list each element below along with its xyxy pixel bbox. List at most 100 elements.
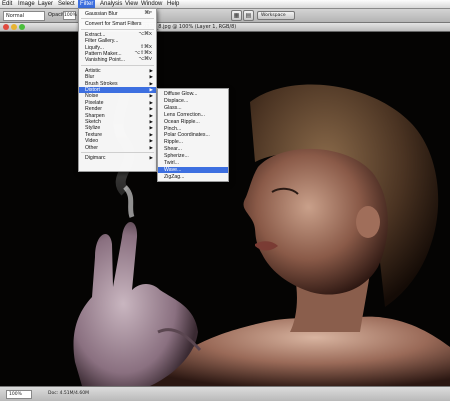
menu-item-gaussian-blur[interactable]: Gaussian Blur ⌘F [79, 11, 156, 17]
menu-item-artistic[interactable]: Artistic ▶ [79, 68, 156, 74]
menu-item-label: Twirl... [164, 160, 179, 166]
minimize-window-icon[interactable] [11, 24, 17, 30]
photo-image [0, 32, 450, 386]
brush-toggle-icon[interactable]: ▦ [231, 10, 242, 21]
menu-item-label: Render [85, 106, 103, 113]
menu-analysis[interactable]: Analysis [100, 0, 122, 8]
menu-item-label: Ripple... [164, 139, 184, 146]
menu-separator [81, 28, 154, 30]
submenu-arrow-icon: ▶ [149, 119, 153, 124]
menu-item-label: Filter Gallery... [85, 38, 119, 45]
options-bar: Normal Opacity: 100% ▦ ▤ Workspace [0, 9, 450, 23]
menu-item-pinch[interactable]: Pinch... [158, 126, 228, 132]
menu-edit[interactable]: Edit [2, 0, 12, 8]
menu-separator [81, 18, 154, 20]
menu-item-label: Noise [85, 93, 99, 100]
menu-item-label: Displace... [164, 97, 189, 104]
menu-item-glass[interactable]: Glass... [158, 105, 228, 111]
menu-item-convert-for-smart-filters[interactable]: Convert for Smart Filters [79, 21, 156, 27]
zoom-field[interactable]: 100% [6, 390, 32, 399]
menu-item-label: Other [85, 144, 98, 151]
menu-item-label: Pinch... [164, 125, 182, 132]
palette-toggle-icon[interactable]: ▤ [243, 10, 254, 21]
menu-item-shear[interactable]: Shear... [158, 146, 228, 152]
menu-item-digimarc[interactable]: Digimarc ▶ [79, 155, 156, 161]
document-titlebar: DSC_9377_8.jpg @ 100% (Layer 1, RGB/8) [0, 23, 450, 32]
menu-item-diffuse-glow[interactable]: Diffuse Glow... [158, 91, 228, 97]
submenu-arrow-icon: ▶ [149, 99, 153, 105]
distort-submenu: Diffuse Glow... Displace... Glass... Lens C… [157, 88, 229, 182]
menu-item-video[interactable]: Video ▶ [79, 138, 156, 144]
menu-item-noise[interactable]: Noise ▶ [79, 93, 156, 99]
menu-window[interactable]: Window [141, 0, 162, 8]
menu-item-liquify[interactable]: Liquify... ⇧⌘X [79, 45, 156, 51]
menu-item-filter-gallery[interactable]: Filter Gallery... [79, 38, 156, 44]
menu-help[interactable]: Help [167, 0, 179, 8]
menu-item-displace[interactable]: Displace... [158, 98, 228, 104]
menu-item-sharpen[interactable]: Sharpen ▶ [79, 113, 156, 119]
menu-item-extract[interactable]: Extract... ⌥⌘X [79, 32, 156, 38]
menu-item-label: Brush Strokes [85, 80, 118, 87]
menu-item-texture[interactable]: Texture ▶ [79, 132, 156, 138]
submenu-arrow-icon: ▶ [149, 74, 153, 80]
menu-item-label: Video [85, 138, 99, 145]
menu-item-stylize[interactable]: Stylize ▶ [79, 125, 156, 131]
submenu-arrow-icon: ▶ [149, 87, 153, 92]
menu-item-label: Sketch [85, 119, 101, 125]
submenu-arrow-icon: ▶ [149, 80, 153, 86]
menu-view[interactable]: View [125, 0, 138, 8]
menu-image[interactable]: Image [18, 0, 35, 8]
menu-item-lens-correction[interactable]: Lens Correction... [158, 112, 228, 118]
document-canvas[interactable] [0, 32, 450, 386]
filter-menu: Gaussian Blur ⌘F Convert for Smart Filters… [78, 8, 157, 172]
menu-item-label: Vanishing Point... [85, 57, 125, 64]
menu-separator [81, 152, 154, 153]
menu-item-label: Shear... [164, 146, 182, 153]
document-size: Doc: 4.51M/4.60M [48, 391, 89, 396]
menu-item-label: Diffuse Glow... [164, 91, 198, 97]
menu-layer[interactable]: Layer [38, 0, 53, 8]
menu-item-ocean-ripple[interactable]: Ocean Ripple... [158, 119, 228, 125]
submenu-arrow-icon: ▶ [149, 138, 153, 144]
menu-item-blur[interactable]: Blur ▶ [79, 74, 156, 80]
menu-item-label: Spherize... [164, 153, 189, 160]
menu-filter[interactable]: Filter [78, 0, 96, 8]
menu-item-twirl[interactable]: Twirl... [158, 160, 228, 166]
submenu-arrow-icon: ▶ [149, 144, 153, 150]
menu-item-sketch[interactable]: Sketch ▶ [79, 119, 156, 125]
menu-item-other[interactable]: Other ▶ [79, 145, 156, 151]
shortcut-label: ⌥⌘V [138, 57, 152, 63]
menu-item-label: Glass... [164, 104, 182, 111]
menu-item-wave[interactable]: Wave... [158, 166, 228, 173]
menu-item-spherize[interactable]: Spherize... [158, 153, 228, 159]
submenu-arrow-icon: ▶ [149, 131, 153, 137]
menu-item-brush-strokes[interactable]: Brush Strokes ▶ [79, 81, 156, 87]
menu-bar: Edit Image Layer Select Filter Analysis View Wi… [0, 0, 450, 9]
menu-item-zigzag[interactable]: ZigZag... [158, 174, 228, 180]
shortcut-label: ⌥⌘X [138, 31, 152, 37]
menu-item-label: Liquify... [85, 44, 104, 51]
status-bar: 100% Doc: 4.51M/4.60M [0, 386, 450, 401]
menu-item-label: Sharpen [85, 112, 105, 119]
submenu-arrow-icon: ▶ [149, 155, 153, 160]
menu-item-label: Distort [85, 87, 100, 93]
menu-item-render[interactable]: Render ▶ [79, 106, 156, 112]
menu-item-ripple[interactable]: Ripple... [158, 139, 228, 145]
workspace-button[interactable]: Workspace [257, 11, 295, 20]
close-window-icon[interactable] [3, 24, 9, 30]
menu-item-pixelate[interactable]: Pixelate ▶ [79, 100, 156, 106]
zoom-window-icon[interactable] [19, 24, 25, 30]
submenu-arrow-icon: ▶ [149, 125, 153, 131]
menu-item-distort[interactable]: Distort ▶ [79, 87, 156, 93]
menu-item-polar-coordinates[interactable]: Polar Coordinates... [158, 132, 228, 138]
submenu-arrow-icon: ▶ [149, 106, 153, 112]
opacity-field[interactable]: 100% [63, 11, 77, 20]
menu-item-vanishing-point[interactable]: Vanishing Point... ⌥⌘V [79, 57, 156, 63]
menu-item-label: Polar Coordinates... [164, 132, 210, 139]
menu-item-label: Wave... [164, 166, 182, 173]
menu-item-label: Digimarc [85, 155, 106, 161]
menu-select[interactable]: Select [58, 0, 75, 8]
menu-item-label: Gaussian Blur [85, 11, 118, 17]
blend-mode-select[interactable]: Normal [3, 11, 45, 21]
menu-item-label: Stylize [85, 125, 101, 132]
